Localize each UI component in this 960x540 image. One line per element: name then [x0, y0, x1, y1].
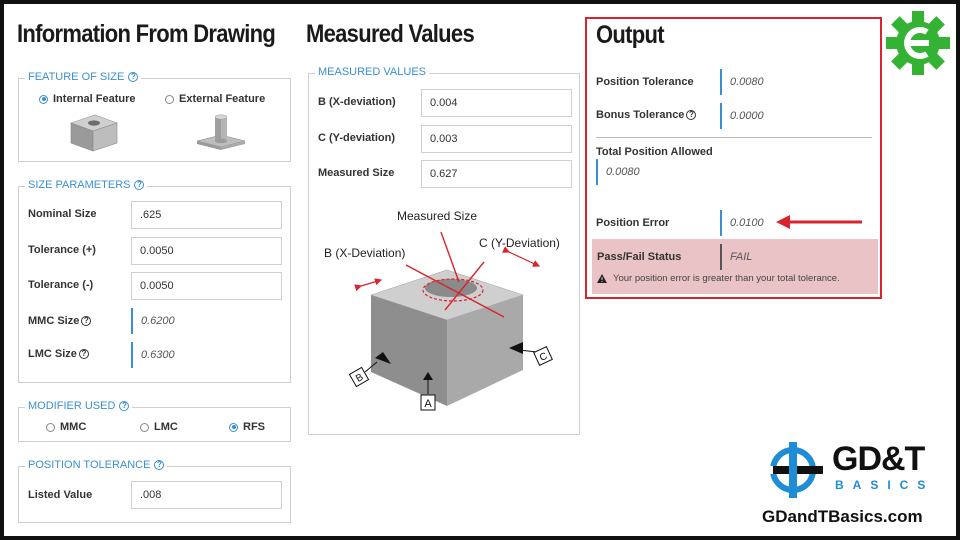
external-feature-image[interactable]: [193, 109, 249, 155]
total-position-label: Total Position Allowed: [596, 146, 713, 158]
nominal-size-input[interactable]: .625: [131, 201, 282, 229]
status-message-text: Your position error is greater than your…: [613, 273, 840, 284]
feature-of-size-group: FEATURE OF SIZE ? Internal Feature Exter…: [18, 71, 291, 162]
part-diagram: Measured Size B (X-Deviation) C (Y-Devia…: [324, 209, 560, 411]
status-message: Your position error is greater than your…: [597, 273, 840, 284]
feature-of-size-legend: FEATURE OF SIZE ?: [25, 71, 142, 83]
external-feature-radio[interactable]: External Feature: [165, 93, 265, 105]
status-block: Pass/Fail Status FAIL Your position erro…: [592, 239, 878, 294]
measured-values-legend: MEASURED VALUES: [315, 66, 429, 78]
c-deviation-label: C (Y-deviation): [318, 132, 396, 144]
modifier-legend: MODIFIER USED ?: [25, 400, 133, 412]
status-value: FAIL: [720, 244, 752, 270]
c-deviation-dimension: [502, 246, 541, 267]
measured-values-group: MEASURED VALUES B (X-deviation) 0.004 C …: [308, 66, 580, 435]
modifier-lmc-label: LMC: [154, 421, 178, 433]
radio-selected-icon: [229, 422, 238, 432]
measured-size-input[interactable]: 0.627: [421, 160, 572, 188]
tolerance-plus-label: Tolerance (+): [28, 244, 96, 256]
b-deviation-dimension: [354, 278, 383, 292]
bonus-tolerance-text: Bonus Tolerance: [596, 109, 685, 121]
error-pointer-arrow-icon: [776, 215, 862, 229]
size-parameters-legend: SIZE PARAMETERS ?: [25, 179, 148, 191]
position-tolerance-output-value: 0.0080: [720, 69, 764, 95]
help-icon[interactable]: ?: [128, 72, 139, 82]
position-tolerance-group: POSITION TOLERANCE ? Listed Value .008: [18, 459, 291, 523]
help-icon[interactable]: ?: [134, 180, 145, 190]
listed-value-input[interactable]: .008: [131, 481, 282, 509]
internal-feature-radio[interactable]: Internal Feature: [39, 93, 136, 105]
listed-value-label: Listed Value: [28, 489, 93, 501]
mmc-size-label: MMC Size ?: [28, 315, 92, 327]
mmc-size-text: MMC Size: [28, 315, 80, 327]
help-icon[interactable]: ?: [78, 349, 89, 359]
tolerance-minus-input[interactable]: 0.0050: [131, 272, 282, 300]
crosshair-logo-icon: [763, 442, 823, 498]
position-error-value: 0.0100: [720, 210, 764, 236]
bonus-tolerance-label: Bonus Tolerance ?: [596, 109, 697, 121]
tolerance-plus-input[interactable]: 0.0050: [131, 237, 282, 265]
logo-title: GD&T: [832, 440, 925, 478]
measured-title: Measured Values: [306, 20, 475, 48]
b-deviation-input[interactable]: 0.004: [421, 89, 572, 117]
radio-selected-icon: [39, 94, 48, 104]
logo-subtitle: BASICS: [835, 478, 935, 492]
modifier-mmc-label: MMC: [60, 421, 87, 433]
modifier-rfs-label: RFS: [243, 421, 265, 433]
radio-unselected-icon: [46, 422, 55, 432]
b-deviation-label: B (X-deviation): [318, 96, 396, 108]
size-parameters-group: SIZE PARAMETERS ? Nominal Size .625 Tole…: [18, 179, 291, 383]
warning-icon: [597, 274, 607, 283]
c-deviation-input[interactable]: 0.003: [421, 125, 572, 153]
help-icon[interactable]: ?: [81, 316, 92, 326]
c-deviation-caption: C (Y-Deviation): [479, 236, 560, 250]
external-feature-label: External Feature: [179, 93, 266, 105]
bonus-tolerance-value: 0.0000: [720, 103, 764, 129]
position-error-label: Position Error: [596, 217, 670, 229]
tolerance-minus-label: Tolerance (-): [28, 279, 94, 291]
b-deviation-caption: B (X-Deviation): [324, 246, 405, 260]
modifier-mmc-radio[interactable]: MMC: [46, 421, 86, 433]
modifier-lmc-radio[interactable]: LMC: [140, 421, 178, 433]
internal-feature-image[interactable]: [65, 109, 121, 155]
lmc-size-label: LMC Size ?: [28, 348, 89, 360]
gdt-basics-logo: GD&T BASICS: [763, 440, 943, 500]
help-icon[interactable]: ?: [686, 110, 697, 120]
measured-size-caption: Measured Size: [397, 209, 477, 223]
drawing-title: Information From Drawing: [17, 20, 276, 48]
help-icon[interactable]: ?: [119, 401, 130, 411]
radio-unselected-icon: [165, 94, 174, 104]
modifier-group: MODIFIER USED ? MMC LMC RFS: [18, 400, 291, 442]
output-title: Output: [596, 21, 665, 49]
internal-feature-label: Internal Feature: [53, 93, 136, 105]
lmc-size-value: 0.6300: [131, 342, 175, 368]
website-link[interactable]: GDandTBasics.com: [762, 507, 923, 527]
help-icon[interactable]: ?: [154, 460, 165, 470]
gear-logo-icon: [886, 11, 950, 75]
output-panel: Output Position Tolerance 0.0080 Bonus T…: [585, 17, 882, 299]
nominal-size-label: Nominal Size: [28, 208, 97, 220]
measured-size-label: Measured Size: [318, 167, 395, 179]
position-tolerance-output-label: Position Tolerance: [596, 76, 694, 88]
mmc-size-value: 0.6200: [131, 308, 175, 334]
output-divider: [596, 137, 872, 138]
position-tolerance-legend: POSITION TOLERANCE ?: [25, 459, 168, 471]
modifier-rfs-radio[interactable]: RFS: [229, 421, 265, 433]
lmc-size-text: LMC Size: [28, 348, 77, 360]
datum-a-letter: A: [424, 398, 432, 410]
total-position-value: 0.0080: [596, 159, 640, 185]
status-label: Pass/Fail Status: [597, 251, 682, 263]
radio-unselected-icon: [140, 422, 149, 432]
